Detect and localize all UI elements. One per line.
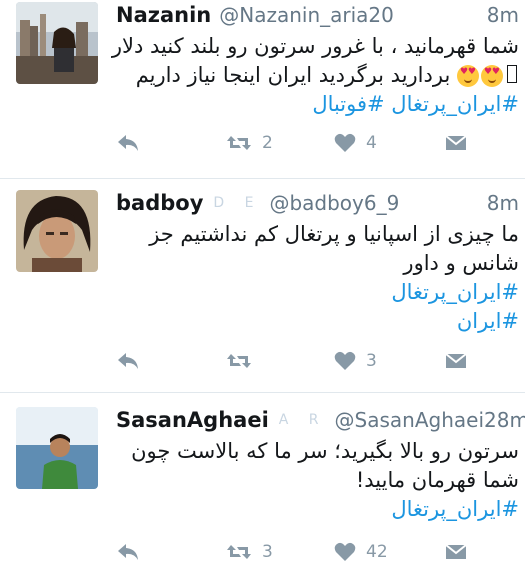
retweet-button[interactable]: 3 — [226, 537, 273, 567]
tweet[interactable]: SasanAghaei A R @SasanAghaei2 8m سرتون ر… — [0, 405, 525, 584]
hashtag-link[interactable]: #ایران_پرتغال #فوتبال — [112, 90, 519, 119]
tweet-text: ما چیزی از اسپانیا و پرتغال کم نداشتیم ج… — [112, 220, 519, 336]
envelope-icon — [445, 353, 467, 368]
tweet-text-line: سرتون رو بالا بگیرید؛ سر ما که بالاست چو… — [131, 439, 519, 463]
divider — [0, 392, 525, 393]
retweet-icon — [227, 136, 251, 150]
display-name[interactable]: badboy — [116, 191, 203, 215]
tweet-text-line: شانس و داور — [403, 251, 519, 275]
retweet-button[interactable]: 2 — [226, 128, 273, 158]
heart-eyes-emoji-icon — [457, 65, 479, 87]
heart-icon — [334, 351, 356, 370]
retweet-count: 3 — [262, 542, 273, 562]
user-handle[interactable]: @badboy6_9 — [269, 191, 399, 215]
tweet-text-fragment: بردارید برگردید ایران اینجا نیاز داریم — [135, 63, 451, 87]
tweet-time[interactable]: 8m — [487, 191, 519, 215]
heart-icon — [334, 133, 356, 152]
profile-badges: D E — [213, 195, 262, 211]
retweet-button[interactable] — [226, 346, 262, 376]
reply-icon — [118, 135, 138, 151]
tweet-text-line: شما قهرمان مایید! — [355, 468, 519, 492]
user-handle[interactable]: @Nazanin_aria20 — [219, 3, 394, 27]
tweet-time[interactable]: 8m — [497, 408, 525, 432]
profile-badges: A R — [278, 412, 327, 428]
avatar[interactable] — [16, 2, 98, 84]
direct-message-button[interactable] — [444, 346, 468, 376]
heart-icon — [334, 542, 356, 561]
tweet-text-line: ما چیزی از اسپانیا و پرتغال کم نداشتیم ج… — [149, 222, 519, 246]
heart-eyes-emoji-icon — [481, 65, 503, 87]
tweet-actions: 3 — [116, 346, 476, 376]
direct-message-button[interactable] — [444, 537, 468, 567]
reply-button[interactable] — [116, 128, 140, 158]
tweet-text: سرتون رو بالا بگیرید؛ سر ما که بالاست چو… — [112, 437, 519, 524]
emoji-group — [457, 65, 519, 87]
tweet-actions: 2 4 — [116, 128, 476, 158]
envelope-icon — [445, 135, 467, 150]
envelope-icon — [445, 544, 467, 559]
like-button[interactable]: 3 — [334, 346, 377, 376]
direct-message-button[interactable] — [444, 128, 468, 158]
like-button[interactable]: 42 — [334, 537, 388, 567]
like-count: 4 — [366, 133, 377, 153]
like-count: 42 — [366, 542, 388, 562]
hashtag-link[interactable]: #ایران_پرتغال — [112, 278, 519, 307]
tweet[interactable]: Nazanin @Nazanin_aria20 8m شما قهرمانید … — [0, 0, 525, 176]
tweet-feed: Nazanin @Nazanin_aria20 8m شما قهرمانید … — [0, 0, 525, 584]
tweet-time[interactable]: 8m — [487, 3, 519, 27]
tweet-text-line: بردارید برگردید ایران اینجا نیاز داریم — [112, 61, 519, 90]
like-button[interactable]: 4 — [334, 128, 377, 158]
reply-button[interactable] — [116, 346, 140, 376]
tweet[interactable]: badboy D E @badboy6_9 8m ما چیزی از اسپا… — [0, 188, 525, 384]
avatar[interactable] — [16, 407, 98, 489]
hashtag-link[interactable]: #ایران_پرتغال — [112, 495, 519, 524]
user-handle[interactable]: @SasanAghaei2 — [335, 408, 497, 432]
retweet-icon — [227, 545, 251, 559]
reply-button[interactable] — [116, 537, 140, 567]
like-count: 3 — [366, 351, 377, 371]
tweet-text-line: شما قهرمانید ، با غرور سرتون رو بلند کنی… — [111, 34, 519, 58]
display-name[interactable]: Nazanin — [116, 3, 211, 27]
user-photo-sea-icon — [16, 407, 98, 489]
user-photo-city-icon — [16, 2, 98, 84]
retweet-icon — [227, 354, 251, 368]
display-name[interactable]: SasanAghaei — [116, 408, 269, 432]
retweet-count: 2 — [262, 133, 273, 153]
user-photo-portrait-icon — [16, 190, 98, 272]
avatar[interactable] — [16, 190, 98, 272]
reply-icon — [118, 544, 138, 560]
reply-icon — [118, 353, 138, 369]
hashtag-link[interactable]: #ایران — [112, 307, 519, 336]
tweet-actions: 3 42 — [116, 537, 476, 567]
divider — [0, 178, 525, 179]
missing-glyph-icon — [507, 65, 517, 83]
tweet-text: شما قهرمانید ، با غرور سرتون رو بلند کنی… — [112, 32, 519, 119]
